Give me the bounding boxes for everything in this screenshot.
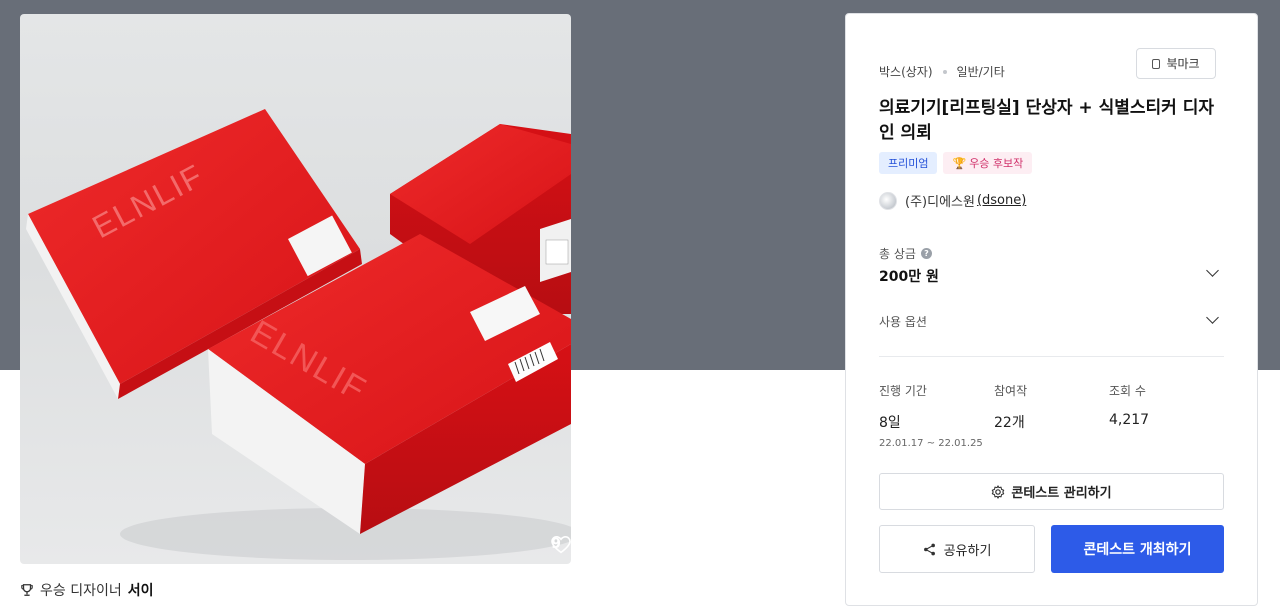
premium-badge: 프리미엄: [879, 152, 938, 174]
share-button[interactable]: 공유하기: [879, 525, 1035, 573]
stat-views-label: 조회 수: [1109, 384, 1146, 398]
badge-group: 프리미엄 🏆 우승 후보작: [879, 152, 1033, 174]
bookmark-icon: [1152, 58, 1161, 69]
gear-icon: [992, 484, 1005, 499]
candidate-badge-label: 우승 후보작: [969, 157, 1024, 170]
divider: [879, 356, 1224, 357]
stat-entries-label: 참여작: [994, 384, 1028, 398]
breadcrumb: 박스(상자) 일반/기타: [879, 63, 1005, 80]
winner-prefix: 우승 디자이너: [40, 583, 122, 599]
bookmark-button[interactable]: 북마크: [1136, 48, 1216, 79]
trophy-icon: 🏆: [952, 156, 967, 170]
like-counter[interactable]: 9: [551, 536, 571, 554]
bookmark-label: 북마크: [1166, 57, 1200, 71]
options-label[interactable]: 사용 옵션: [879, 313, 927, 330]
stat-views-value: 4,217: [1109, 412, 1150, 428]
stat-period-range: 22.01.17 ~ 22.01.25: [879, 438, 983, 449]
chevron-down-icon[interactable]: [1206, 311, 1219, 324]
breadcrumb-subcategory[interactable]: 일반/기타: [957, 63, 1005, 80]
prize-label: 총 상금 ?: [879, 245, 932, 262]
manage-contest-label: 콘테스트 관리하기: [1011, 486, 1112, 501]
winner-designer: 우승 디자이너 서이: [20, 580, 154, 600]
prize-label-text: 총 상금: [879, 247, 916, 261]
open-contest-button[interactable]: 콘테스트 개최하기: [1051, 525, 1224, 573]
breadcrumb-category[interactable]: 박스(상자): [879, 63, 933, 80]
host-company: (주)디에스원: [905, 195, 975, 210]
contest-info-panel: 박스(상자) 일반/기타 북마크 의료기기[리프팅실] 단상자 + 식별스티커 …: [845, 13, 1258, 606]
prize-value: 200만 원: [879, 269, 939, 285]
contest-image[interactable]: ELNLIF ELNLIF 9: [20, 14, 571, 564]
breadcrumb-separator: [942, 69, 947, 74]
help-icon[interactable]: ?: [920, 248, 932, 259]
candidate-badge: 🏆 우승 후보작: [943, 152, 1033, 174]
stat-period: 진행 기간 8일 22.01.17 ~ 22.01.25: [879, 382, 983, 449]
manage-contest-button[interactable]: 콘테스트 관리하기: [879, 473, 1224, 510]
stat-entries-value: 22개: [994, 415, 1025, 431]
stat-period-label: 진행 기간: [879, 384, 927, 398]
stat-entries: 참여작 22개: [994, 382, 1027, 432]
contest-title: 의료기기[리프팅실] 단상자 + 식별스티커 디자인 의뢰: [879, 98, 1214, 143]
chevron-down-icon[interactable]: [1206, 264, 1219, 277]
share-label: 공유하기: [943, 543, 992, 559]
share-icon: [923, 543, 935, 555]
trophy-icon: [21, 584, 33, 596]
product-photo: ELNLIF ELNLIF: [26, 109, 571, 560]
stat-period-value: 8일: [879, 415, 901, 431]
winner-name[interactable]: 서이: [128, 580, 154, 600]
stat-views: 조회 수 4,217: [1109, 382, 1149, 428]
host-info: (주)디에스원 (dsone): [879, 191, 1026, 210]
host-handle-link[interactable]: (dsone): [977, 193, 1026, 208]
open-contest-label: 콘테스트 개최하기: [1083, 542, 1192, 558]
heart-icon: [551, 536, 571, 554]
avatar: [879, 191, 897, 210]
